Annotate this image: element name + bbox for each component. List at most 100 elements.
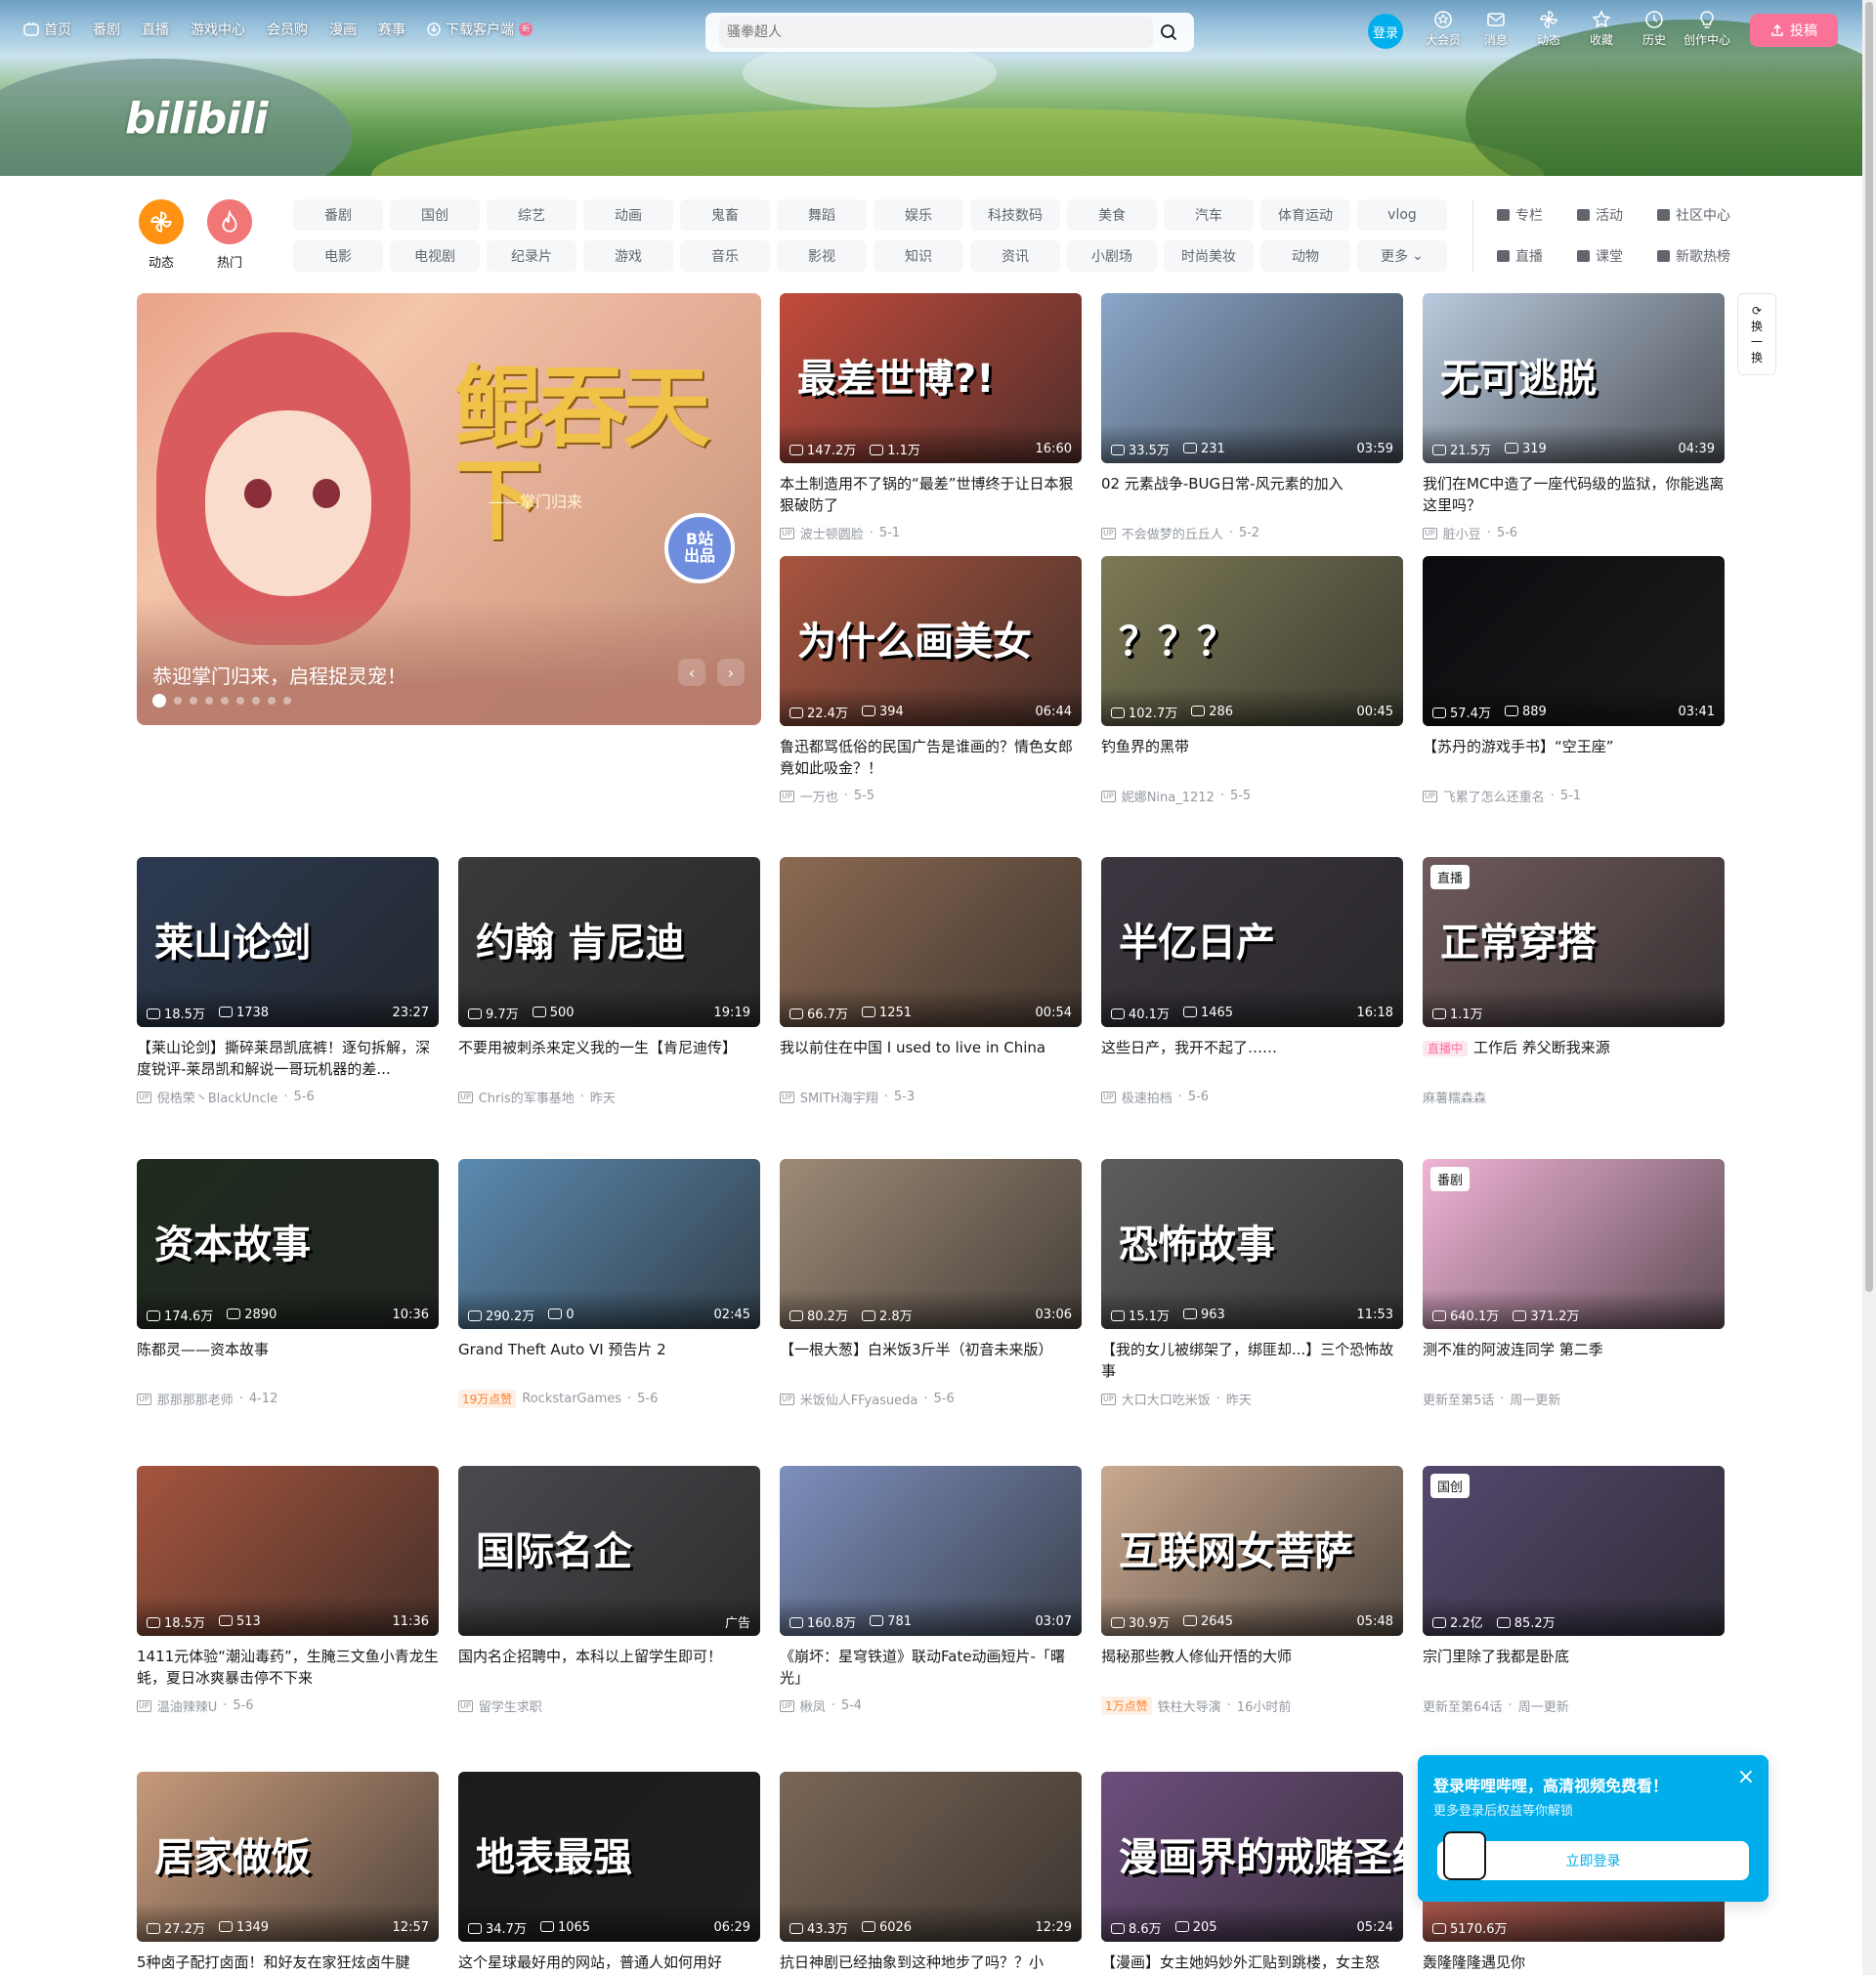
dynamics-link[interactable]: 动态 [1522,10,1575,48]
video-title[interactable]: 【莱山论剑】撕碎莱昂凯底裤！逐句拆解，深度锐评-莱昂凯和解说一哥玩机器的差... [137,1037,439,1080]
chip-entertainment[interactable]: 娱乐 [874,199,963,231]
video-card[interactable]: ？？？ 102.7万 286 00:45 钓鱼界的黑带 UP 妮娜Nina_1212 · 5-5 [1101,556,1403,805]
video-meta[interactable]: 19万点赞 RockstarGames · 5-6 [458,1390,760,1408]
video-meta[interactable]: UP 那那那那老师 · 4-12 [137,1390,439,1408]
video-title[interactable]: 【一根大葱】白米饭3斤半（初音未来版） [780,1339,1082,1382]
video-card[interactable]: 160.8万 781 03:07 《崩坏：星穹铁道》联动Fate动画短片-「曙光」 UP… [780,1466,1082,1715]
video-thumbnail[interactable]: 互联网女菩萨 30.9万 2645 05:48 [1101,1466,1403,1636]
chip-short-drama[interactable]: 小剧场 [1067,240,1157,272]
chip-more[interactable]: 更多 ⌄ [1357,240,1447,272]
channel-dynamics[interactable]: 动态 [137,199,186,271]
video-meta[interactable]: UP 大口大口吃米饭 · 昨天 [1101,1390,1403,1408]
video-thumbnail[interactable]: 57.4万 889 03:41 [1423,556,1725,726]
chip-bangumi[interactable]: 番剧 [293,199,383,231]
vip-link[interactable]: 大会员 [1417,10,1470,48]
video-title[interactable]: 直播中 工作后 养父断我来源 [1423,1037,1725,1080]
video-thumbnail[interactable]: 国创 2.2亿 85.2万 [1423,1466,1725,1636]
nav-mall[interactable]: 会员购 [267,20,308,39]
video-thumbnail[interactable]: 半亿日产 40.1万 1465 16:18 [1101,857,1403,1027]
video-meta[interactable]: UP 一万也 · 5-5 [780,787,1082,805]
chip-news[interactable]: 资讯 [970,240,1060,272]
video-title[interactable]: 抗日神剧已经抽象到这种地步了吗？？小 [780,1952,1082,1975]
video-meta[interactable]: UP 飞累了怎么还重名 · 5-1 [1423,787,1725,805]
video-title[interactable]: 这些日产，我开不起了…… [1101,1037,1403,1080]
video-title[interactable]: 宗门里除了我都是卧底 [1423,1646,1725,1689]
search-button[interactable] [1153,17,1184,48]
carousel-prev-button[interactable]: ‹ [678,659,705,686]
login-avatar[interactable]: 登录 [1368,14,1403,49]
chip-vlog[interactable]: vlog [1357,199,1447,231]
video-meta[interactable]: 麻薯糯森森 [1423,1088,1725,1106]
video-title[interactable]: 本土制造用不了锅的“最差”世博终于让日本狠狠破防了 [780,473,1082,516]
video-card[interactable]: 半亿日产 40.1万 1465 16:18 这些日产，我开不起了…… UP 极速拍档 · 5-6 [1101,857,1403,1106]
video-thumbnail[interactable]: 为什么画美女 22.4万 394 06:44 [780,556,1082,726]
nav-home[interactable]: 首页 [23,20,71,39]
video-card[interactable]: 最差世博?! 147.2万 1.1万 16:60 本土制造用不了锅的“最差”世博终于让日… [780,293,1082,542]
chip-dance[interactable]: 舞蹈 [777,199,867,231]
chip-documentary[interactable]: 纪录片 [487,240,576,272]
video-card[interactable]: 正常穿搭 直播 1.1万 直播中 工作后 养父断我来源 麻薯糯森森 [1423,857,1725,1106]
video-meta[interactable]: UP 温油辣辣U · 5-6 [137,1696,439,1715]
chip-food[interactable]: 美食 [1067,199,1157,231]
video-card[interactable]: 地表最强 34.7万 1065 06:29 这个星球最好用的网站，普通人如何用好 [458,1772,760,1975]
video-title[interactable]: 我以前住在中国 I used to live in China [780,1037,1082,1080]
video-meta[interactable]: 1万点赞 铁柱大导演 · 16小时前 [1101,1696,1403,1715]
video-thumbnail[interactable]: 恐怖故事 15.1万 963 11:53 [1101,1159,1403,1329]
video-thumbnail[interactable]: 资本故事 174.6万 2890 10:36 [137,1159,439,1329]
video-title[interactable]: 这个星球最好用的网站，普通人如何用好 [458,1952,760,1975]
video-thumbnail[interactable]: 33.5万 231 03:59 [1101,293,1403,463]
video-card[interactable]: 18.5万 513 11:36 1411元体验“潮汕毒药”，生腌三文鱼小青龙生蚝，夏日… [137,1466,439,1715]
chip-variety[interactable]: 综艺 [487,199,576,231]
video-meta[interactable]: UP Chris的军事基地 · 昨天 [458,1088,760,1106]
video-meta[interactable]: UP SMITH海宇翔 · 5-3 [780,1088,1082,1106]
chip-tv-series[interactable]: 电视剧 [390,240,480,272]
link-course[interactable]: 课堂 [1577,244,1657,268]
video-meta[interactable]: UP 留学生求职 [458,1696,760,1715]
link-activity[interactable]: 活动 [1577,203,1657,227]
video-title[interactable]: 【我的女儿被绑架了，绑匪却...】三个恐怖故事 [1101,1339,1403,1382]
video-card[interactable]: 国创 2.2亿 85.2万宗门里除了我都是卧底更新至第64话 · 周一更新 [1423,1466,1725,1715]
video-title[interactable]: 5种卤子配打卤面！和好友在家狂炫卤牛腱 [137,1952,439,1975]
nav-bangumi[interactable]: 番剧 [93,20,120,39]
video-title[interactable]: 1411元体验“潮汕毒药”，生腌三文鱼小青龙生蚝，夏日冰爽暴击停不下来 [137,1646,439,1689]
refresh-button[interactable]: ⟳ 换一换 [1737,293,1776,375]
close-icon[interactable]: × [1737,1767,1755,1788]
video-card[interactable]: 漫画界的戒赌圣经 8.6万 205 05:24 【漫画】女主她妈妙外汇贴到跳楼，女主怒 [1101,1772,1403,1975]
video-thumbnail[interactable]: 地表最强 34.7万 1065 06:29 [458,1772,760,1942]
video-title[interactable]: 国内名企招聘中，本科以上留学生即可！ [458,1646,760,1689]
video-meta[interactable]: UP 楸凤 · 5-4 [780,1696,1082,1715]
video-thumbnail[interactable]: 约翰 肯尼迪 9.7万 500 19:19 [458,857,760,1027]
search-input[interactable] [719,17,1153,48]
video-thumbnail[interactable]: 最差世博?! 147.2万 1.1万 16:60 [780,293,1082,463]
chip-guochuang[interactable]: 国创 [390,199,480,231]
link-hit-songs[interactable]: 新歌热榜 [1657,244,1737,268]
video-card[interactable]: 66.7万 1251 00:54 我以前住在中国 I used to live in … [780,857,1082,1106]
nav-download-client[interactable]: 下载客户端新 [427,20,533,39]
video-title[interactable]: 02 元素战争-BUG日常-风元素的加入 [1101,473,1403,516]
carousel-dots[interactable] [152,694,291,708]
video-thumbnail[interactable]: 国际名企 广告 [458,1466,760,1636]
video-title[interactable]: 测不准的阿波连同学 第二季 [1423,1339,1725,1382]
chip-cars[interactable]: 汽车 [1164,199,1254,231]
video-meta[interactable]: 更新至第64话 · 周一更新 [1423,1696,1725,1715]
video-title[interactable]: 揭秘那些教人修仙开悟的大师 [1101,1646,1403,1689]
video-meta[interactable]: UP 倪梏荣丶BlackUncle · 5-6 [137,1088,439,1106]
hero-carousel[interactable]: 鲲吞天下 ——掌门归来 B站 出品 恭迎掌门归来，启程捉灵宠！ ‹ › [137,293,761,725]
chip-tech[interactable]: 科技数码 [970,199,1060,231]
history-link[interactable]: 历史 [1628,10,1681,48]
video-card[interactable]: 80.2万 2.8万 03:06 【一根大葱】白米饭3斤半（初音未来版） UP 米饭仙人F… [780,1159,1082,1408]
nav-esports[interactable]: 赛事 [378,20,405,39]
chip-movie[interactable]: 电影 [293,240,383,272]
video-thumbnail[interactable]: 160.8万 781 03:07 [780,1466,1082,1636]
video-card[interactable]: 莱山论剑 18.5万 1738 23:27 【莱山论剑】撕碎莱昂凯底裤！逐句拆解，深度锐… [137,857,439,1106]
messages-link[interactable]: 消息 [1470,10,1522,48]
chip-fashion[interactable]: 时尚美妆 [1164,240,1254,272]
video-card[interactable]: 约翰 肯尼迪 9.7万 500 19:19 不要用被刺杀来定义我的一生【肯尼迪传】 UP C… [458,857,760,1106]
video-thumbnail[interactable]: 290.2万 0 02:45 [458,1159,760,1329]
bilibili-logo[interactable]: bilibili [125,94,268,144]
video-meta[interactable]: UP 妮娜Nina_1212 · 5-5 [1101,787,1403,805]
chip-animation[interactable]: 动画 [583,199,673,231]
video-meta[interactable]: UP 极速拍档 · 5-6 [1101,1088,1403,1106]
video-card[interactable]: 国际名企 广告国内名企招聘中，本科以上留学生即可！ UP 留学生求职 [458,1466,760,1715]
channel-hot[interactable]: 热门 [205,199,254,271]
